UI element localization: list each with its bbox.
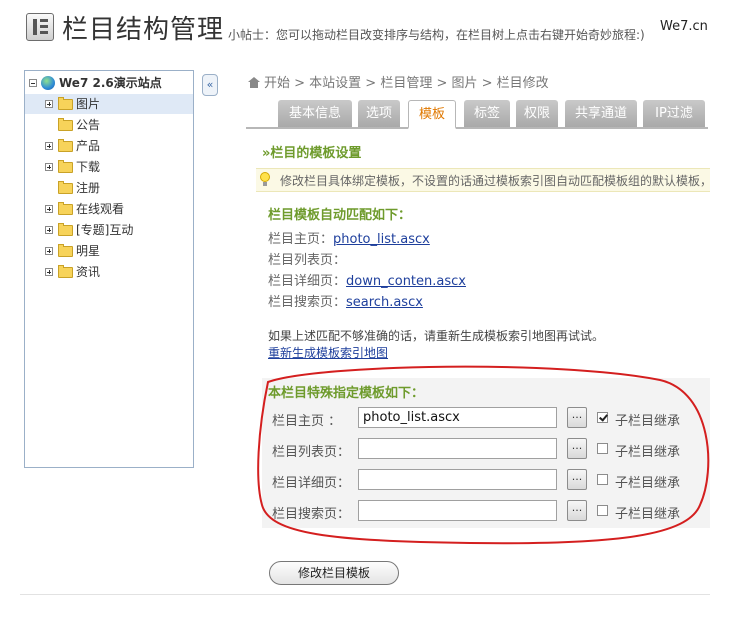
red-annotation-ellipse (257, 365, 710, 545)
divider (20, 594, 710, 595)
save-template-button[interactable]: 修改栏目模板 (269, 561, 399, 585)
